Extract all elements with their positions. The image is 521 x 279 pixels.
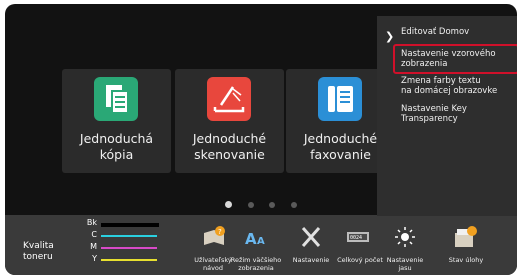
toner-bar-m	[101, 247, 157, 249]
toner-bar-c	[101, 235, 157, 237]
page-dot-3[interactable]	[269, 202, 275, 208]
toner-code-y: Y	[92, 254, 97, 263]
job-status-label: Stav úlohy	[448, 256, 484, 264]
svg-text:A: A	[257, 236, 265, 247]
toner-bar-y	[101, 259, 157, 261]
text-size-icon: A A	[243, 225, 269, 249]
brightness-icon	[392, 225, 418, 249]
counter-icon: 0024	[345, 225, 371, 249]
brightness-label: Nastavenie jasu	[386, 256, 424, 272]
menu-item-key-transparency[interactable]: Nastavenie Key Transparency	[401, 104, 467, 124]
menu-item-edit-home[interactable]: Editovať Domov	[401, 27, 469, 37]
total-count-label: Celkový počet	[337, 256, 383, 264]
menu-item-text-color[interactable]: Zmena farby textu na domácej obrazovke	[401, 76, 497, 96]
toner-quality-label: Kvalita toneru	[23, 241, 54, 262]
svg-text:0024: 0024	[350, 235, 362, 241]
svg-text:?: ?	[218, 228, 222, 236]
tile-easy-scan[interactable]: Jednoduché skenovanie	[175, 69, 284, 173]
page-dot-1[interactable]	[225, 201, 232, 208]
tile-label: Jednoduché skenovanie	[192, 131, 267, 162]
toner-bar-bk	[101, 223, 159, 227]
page-dot-2[interactable]	[248, 202, 254, 208]
home-screen: Jednoduchá kópia Jednoduché skenovanie J	[5, 4, 517, 275]
settings-tools-icon	[298, 225, 324, 249]
toner-code-bk: Bk	[86, 218, 97, 227]
menu-item-pattern-display[interactable]: Nastavenie vzorového zobrazenia	[393, 44, 517, 74]
menu-item-label: Nastavenie vzorového zobrazenia	[401, 49, 496, 69]
job-status-icon	[452, 225, 478, 249]
user-guide-icon: ?	[201, 225, 227, 249]
large-display-label: Režim väčšieho zobrazenia	[230, 256, 282, 272]
bottom-bar: Kvalita toneru Bk C M Y ? Užívateľský ná…	[5, 215, 517, 275]
fax-icon	[318, 77, 362, 121]
tile-label: Jednoduchá kópia	[79, 131, 154, 162]
copy-icon	[94, 77, 138, 121]
settings-label: Nastavenie	[292, 256, 330, 264]
scan-icon	[207, 77, 251, 121]
toner-code-m: M	[90, 242, 97, 251]
toner-code-c: C	[91, 230, 97, 239]
tile-easy-copy[interactable]: Jednoduchá kópia	[62, 69, 171, 173]
svg-text:A: A	[245, 230, 257, 248]
action-panel: ❯ Editovať Domov Nastavenie vzorového zo…	[377, 16, 517, 216]
page-dot-4[interactable]	[291, 202, 297, 208]
chevron-right-icon[interactable]: ❯	[385, 30, 394, 43]
